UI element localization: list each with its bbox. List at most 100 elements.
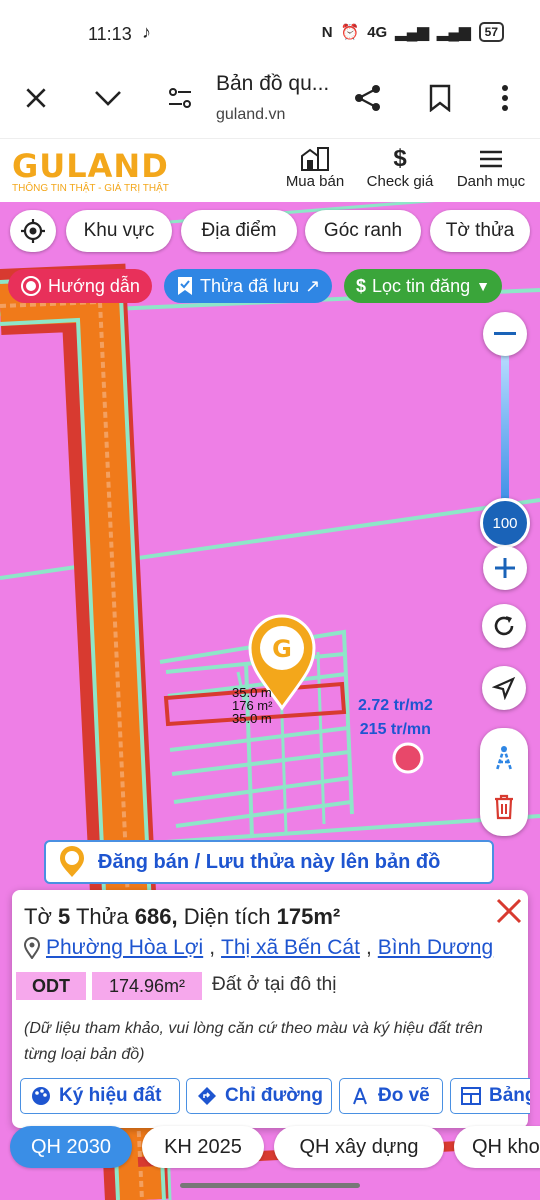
map-view[interactable]: G Khu vực Địa điểm Góc ranh Tờ thửa Hướn… [0, 202, 540, 1200]
parcel-area: 175m² [276, 904, 341, 929]
play-circle-icon [21, 276, 41, 296]
locate-icon[interactable] [10, 210, 56, 252]
land-symbol-label: Ký hiệu đất [59, 1085, 162, 1106]
refresh-button[interactable] [482, 604, 526, 648]
status-icons: N ⏰ 4G ▂▄▆ ▂▄▆ 57 [322, 22, 504, 42]
town-link[interactable]: Thị xã Bến Cát [221, 936, 360, 960]
zone-code-badge: ODT [16, 972, 86, 1000]
filter-to-thua[interactable]: Tờ thửa [430, 210, 530, 252]
navigate-button[interactable] [482, 666, 526, 710]
saved-plots-label: Thửa đã lưu [200, 275, 300, 296]
nav-label: Danh mục [456, 173, 526, 190]
post-listing-banner[interactable]: Đăng bán / Lưu thửa này lên bản đồ [44, 840, 494, 884]
compass-draw-icon [353, 1087, 367, 1105]
area-label: Diện tích [183, 904, 271, 929]
reference-note: (Dữ liệu tham khảo, vui lòng căn cứ theo… [24, 1020, 483, 1063]
logo-tagline: THÔNG TIN THẬT - GIÁ TRỊ THẬT [12, 183, 169, 194]
directions-icon [198, 1087, 216, 1105]
land-symbol-button[interactable]: Ký hiệu đất [20, 1078, 180, 1114]
sheet-label: Tờ [24, 904, 52, 929]
tab-qh-2030[interactable]: QH 2030 [10, 1126, 132, 1168]
share-icon[interactable] [348, 78, 388, 118]
status-bar: 11:13 ♪ N ⏰ 4G ▂▄▆ ▂▄▆ 57 [0, 0, 540, 64]
status-time: 11:13 [88, 24, 132, 44]
filter-dia-diem[interactable]: Địa điểm [181, 210, 297, 252]
price-per-mn: 215 tr/mn [359, 721, 431, 738]
close-card-icon[interactable] [494, 896, 524, 926]
close-icon[interactable] [16, 78, 56, 118]
price-label: 2.72 tr/m2 215 tr/mn [358, 694, 433, 742]
home-indicator[interactable] [180, 1183, 360, 1188]
dollar-icon: $ [356, 275, 367, 296]
more-options-icon[interactable] [485, 78, 525, 118]
chevron-down-icon: ▼ [476, 278, 490, 294]
location-pin-icon [24, 937, 40, 959]
listing-filter-button[interactable]: $ Lọc tin đăng ▼ [344, 269, 502, 303]
nav-label: Check giá [366, 173, 434, 190]
province-link[interactable]: Bình Dương [378, 936, 493, 960]
parcel-address: Phường Hòa Lợi, Thị xã Bến Cát, Bình Dươ… [24, 936, 493, 960]
tab-qh-kho[interactable]: QH kho [454, 1126, 540, 1168]
site-settings-icon[interactable] [160, 78, 200, 118]
table-icon [461, 1087, 481, 1105]
logo-text: GULAND [12, 147, 169, 185]
directions-button[interactable]: Chỉ đường [186, 1078, 332, 1114]
palette-icon [32, 1087, 50, 1105]
price-per-m2: 2.72 tr/m2 [358, 697, 433, 714]
table-button[interactable]: Bảng [450, 1078, 530, 1114]
arrow-up-right-icon: ↗ [305, 275, 321, 296]
directions-label: Chỉ đường [225, 1085, 323, 1106]
saved-plots-button[interactable]: Thửa đã lưu ↗ [164, 269, 333, 303]
plot-number: 686, [134, 904, 178, 929]
page-title: Bản đồ qu... [216, 72, 330, 95]
ward-link[interactable]: Phường Hòa Lợi [46, 936, 203, 960]
signal-icon: ▂▄▆ [395, 24, 429, 41]
menu-icon [452, 145, 530, 173]
tab-qh-xay-dung[interactable]: QH xây dựng [274, 1126, 444, 1168]
parcel-dimensions: 35.0 m 176 m² 35.0 m [232, 686, 272, 725]
parcel-info-card: Tờ 5 Thửa 686, Diện tích 175m² Phường Hò… [12, 890, 530, 1128]
svg-text:G: G [272, 635, 292, 663]
nfc-icon: N [321, 23, 333, 41]
plot-label: Thửa [75, 904, 129, 929]
page-domain: guland.vn [216, 106, 286, 123]
nav-check-gia[interactable]: $ Check giá [362, 145, 438, 190]
plus-icon [495, 558, 515, 578]
navigation-arrow-icon [492, 676, 516, 700]
measure-draw-button[interactable]: Đo vẽ [339, 1078, 443, 1114]
zoom-level[interactable]: 100 [480, 498, 530, 548]
network-label: 4G [367, 23, 388, 41]
nav-mua-ban[interactable]: Mua bán [282, 145, 348, 190]
signal-icon-2: ▂▄▆ [436, 24, 471, 41]
table-label: Bảng [489, 1085, 530, 1106]
zoom-out-button[interactable] [483, 312, 527, 356]
guide-label: Hướng dẫn [48, 275, 140, 296]
sheet-number: 5 [58, 904, 71, 929]
measure-icon[interactable] [489, 744, 519, 774]
trash-icon[interactable] [493, 794, 515, 820]
zoom-slider[interactable] [501, 352, 509, 522]
bookmark-icon[interactable] [420, 78, 460, 118]
chevron-down-icon[interactable] [88, 78, 128, 118]
filter-khu-vuc[interactable]: Khu vực [66, 210, 172, 252]
battery-icon: 57 [478, 22, 504, 42]
building-icon [282, 145, 348, 173]
nav-label: Mua bán [285, 173, 345, 190]
zoom-in-button[interactable] [483, 546, 527, 590]
parcel-title: Tờ 5 Thửa 686, Diện tích 175m² [24, 904, 340, 930]
guide-button[interactable]: Hướng dẫn [8, 269, 152, 303]
zone-description: Đất ở tại đô thị [212, 974, 337, 995]
guland-logo[interactable]: GULAND THÔNG TIN THẬT - GIÁ TRỊ THẬT [12, 147, 169, 194]
card-actions: Ký hiệu đất Chỉ đường Đo vẽ Bảng [20, 1078, 530, 1116]
nav-danh-muc[interactable]: Danh mục [452, 145, 530, 190]
post-listing-label: Đăng bán / Lưu thửa này lên bản đồ [98, 850, 441, 873]
tiktok-icon: ♪ [142, 22, 151, 42]
minus-icon [494, 332, 516, 335]
measure-draw-label: Đo vẽ [378, 1085, 430, 1106]
bookmark-check-icon [178, 277, 192, 295]
refresh-icon [494, 616, 514, 636]
tab-kh-2025[interactable]: KH 2025 [142, 1126, 264, 1168]
filter-goc-ranh[interactable]: Góc ranh [305, 210, 421, 252]
listing-filter-label: Lọc tin đăng [372, 275, 471, 296]
guland-pin-icon [60, 846, 84, 877]
